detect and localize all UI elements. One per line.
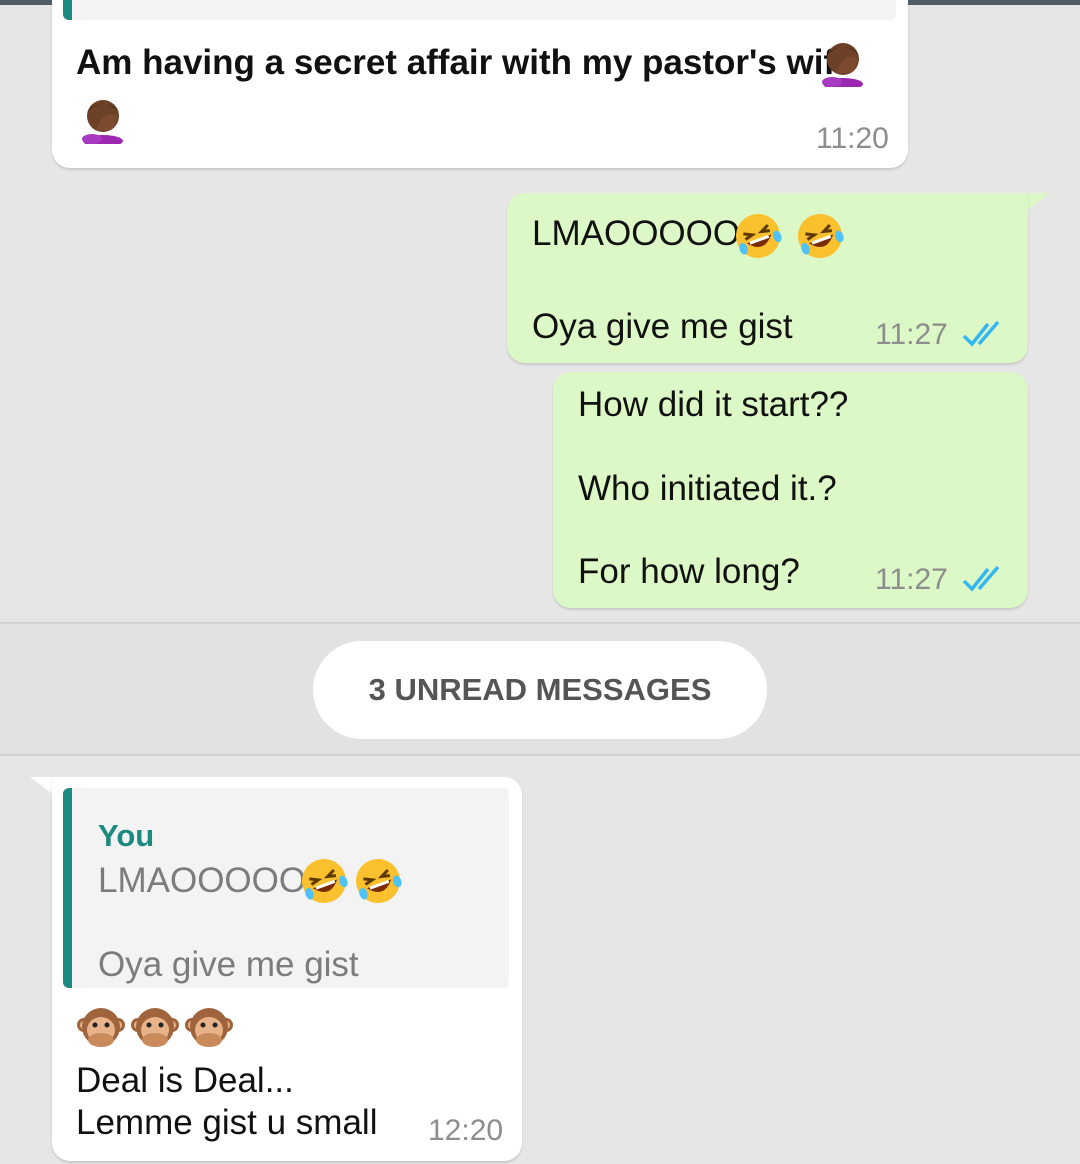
message-text-line: Lemme gist u small: [76, 1103, 378, 1142]
quote-author: You: [98, 818, 155, 853]
message-text-line: For how long?: [578, 552, 800, 591]
message-time: 11:20: [816, 122, 889, 155]
reply-quote-fragment: [63, 0, 896, 20]
speak-no-evil-monkey-icon: [184, 1003, 234, 1058]
message-text-line: How did it start??: [578, 385, 849, 424]
laughing-emoji-icon: [353, 856, 403, 911]
message-text-line: Who initiated it.?: [578, 469, 837, 508]
speak-no-evil-monkey-icon: [76, 1003, 126, 1058]
double-check-icon: [962, 320, 1000, 347]
message-text-line: LMAOOOOO: [532, 214, 741, 253]
double-check-icon: [962, 565, 1000, 592]
message-time: 11:27: [875, 318, 948, 351]
quote-text-line: Oya give me gist: [98, 945, 359, 984]
message-text-line: Oya give me gist: [532, 307, 793, 346]
facepalm-emoji-icon: [818, 37, 868, 92]
unread-messages-pill: 3 UNREAD MESSAGES: [313, 641, 767, 739]
message-time: 11:27: [875, 563, 948, 596]
message-bubble-incoming[interactable]: Am having a secret affair with my pastor…: [52, 0, 908, 168]
laughing-emoji-icon: [795, 211, 845, 266]
laughing-emoji-icon: [299, 856, 349, 911]
speak-no-evil-monkey-icon: [130, 1003, 180, 1058]
message-bubble-outgoing[interactable]: How did it start?? Who initiated it.? Fo…: [553, 372, 1028, 608]
message-time: 12:20: [428, 1114, 504, 1147]
quote-accent-bar: [63, 788, 72, 988]
reply-quote[interactable]: You LMAOOOOO Oya give me gist: [63, 788, 509, 988]
quote-text-line: LMAOOOOO: [98, 861, 307, 900]
message-text: Am having a secret affair with my pastor…: [76, 43, 855, 82]
laughing-emoji-icon: [733, 211, 783, 266]
message-text-line: Deal is Deal...: [76, 1061, 294, 1100]
message-bubble-incoming[interactable]: You LMAOOOOO Oya give me gist Deal is De…: [52, 777, 522, 1161]
facepalm-emoji-icon: [78, 94, 128, 149]
message-bubble-outgoing[interactable]: LMAOOOOO Oya give me gist 11:27: [507, 193, 1028, 363]
